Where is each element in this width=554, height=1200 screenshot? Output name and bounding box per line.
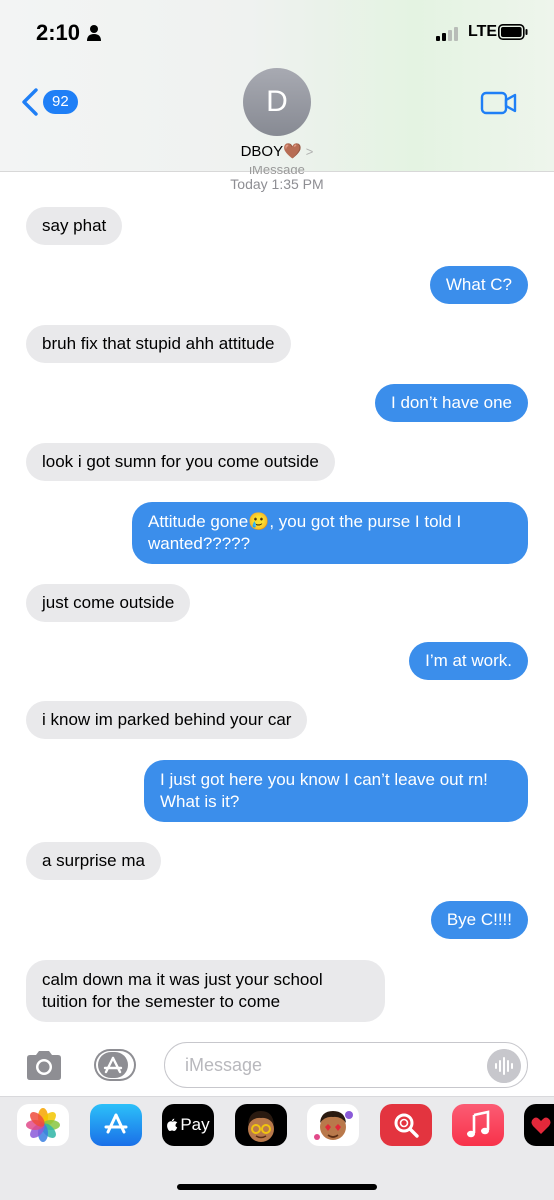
memoji-stickers-icon[interactable] [307,1104,359,1146]
home-indicator[interactable] [177,1184,377,1190]
memoji-icon[interactable] [235,1104,287,1146]
contact-emoji: 🤎 [283,143,302,160]
unread-count-badge: 92 [43,90,78,114]
camera-icon[interactable] [24,1048,64,1082]
incoming-message[interactable]: i know im parked behind your car [26,701,308,739]
thread-timestamp: Today 1:35 PM [230,176,324,192]
chevron-left-icon [22,88,38,116]
apple-pay-icon[interactable]: Pay [162,1104,214,1146]
network-label: LTE [468,23,498,40]
incoming-message[interactable]: bruh fix that stupid ahh attitude [26,325,291,363]
avatar-initial: D [266,85,288,118]
facetime-video-icon[interactable] [480,90,518,116]
outgoing-message[interactable]: I don’t have one [375,384,528,422]
message-input-placeholder: iMessage [185,1055,263,1075]
photos-icon[interactable] [17,1104,69,1146]
contact-name-button[interactable]: DBOY🤎 > [0,142,554,160]
status-time: 2:10 [36,20,81,45]
outgoing-message[interactable]: I just got here you know I can’t leave o… [144,760,528,822]
incoming-message[interactable]: a surprise ma [26,842,161,880]
app-store-icon[interactable] [90,1104,142,1146]
digital-touch-icon[interactable] [524,1104,554,1146]
incoming-message[interactable]: just come outside [26,584,191,622]
apple-pay-label: Pay [180,1115,210,1134]
chevron-right-icon: > [305,144,314,159]
signal-icon [436,27,458,41]
incoming-message[interactable]: look i got sumn for you come outside [26,443,335,481]
contact-name: DBOY [240,143,284,160]
message-input[interactable]: iMessage [164,1042,528,1088]
app-store-apps-icon[interactable] [93,1048,137,1082]
back-button[interactable]: 92 [20,88,78,116]
incoming-message[interactable]: say phat [26,207,123,245]
battery-icon [498,24,528,40]
person-icon [87,25,101,41]
contact-avatar[interactable]: D [243,68,311,136]
apple-logo-icon [167,1118,178,1131]
outgoing-message[interactable]: I’m at work. [409,642,528,680]
audio-message-icon[interactable] [487,1049,521,1083]
conversation-header: 2:10 LTE 92 D DBOY🤎 > [0,0,554,172]
incoming-message[interactable]: calm down ma it was just your school tui… [26,960,385,1022]
service-label: iMessage [249,166,305,174]
outgoing-message[interactable]: What C? [429,266,528,304]
outgoing-message[interactable]: Bye C!!!! [430,901,528,939]
outgoing-message[interactable]: Attitude gone🥲, you got the purse I told… [132,502,528,564]
search-images-icon[interactable] [380,1104,432,1146]
music-icon[interactable] [452,1104,504,1146]
